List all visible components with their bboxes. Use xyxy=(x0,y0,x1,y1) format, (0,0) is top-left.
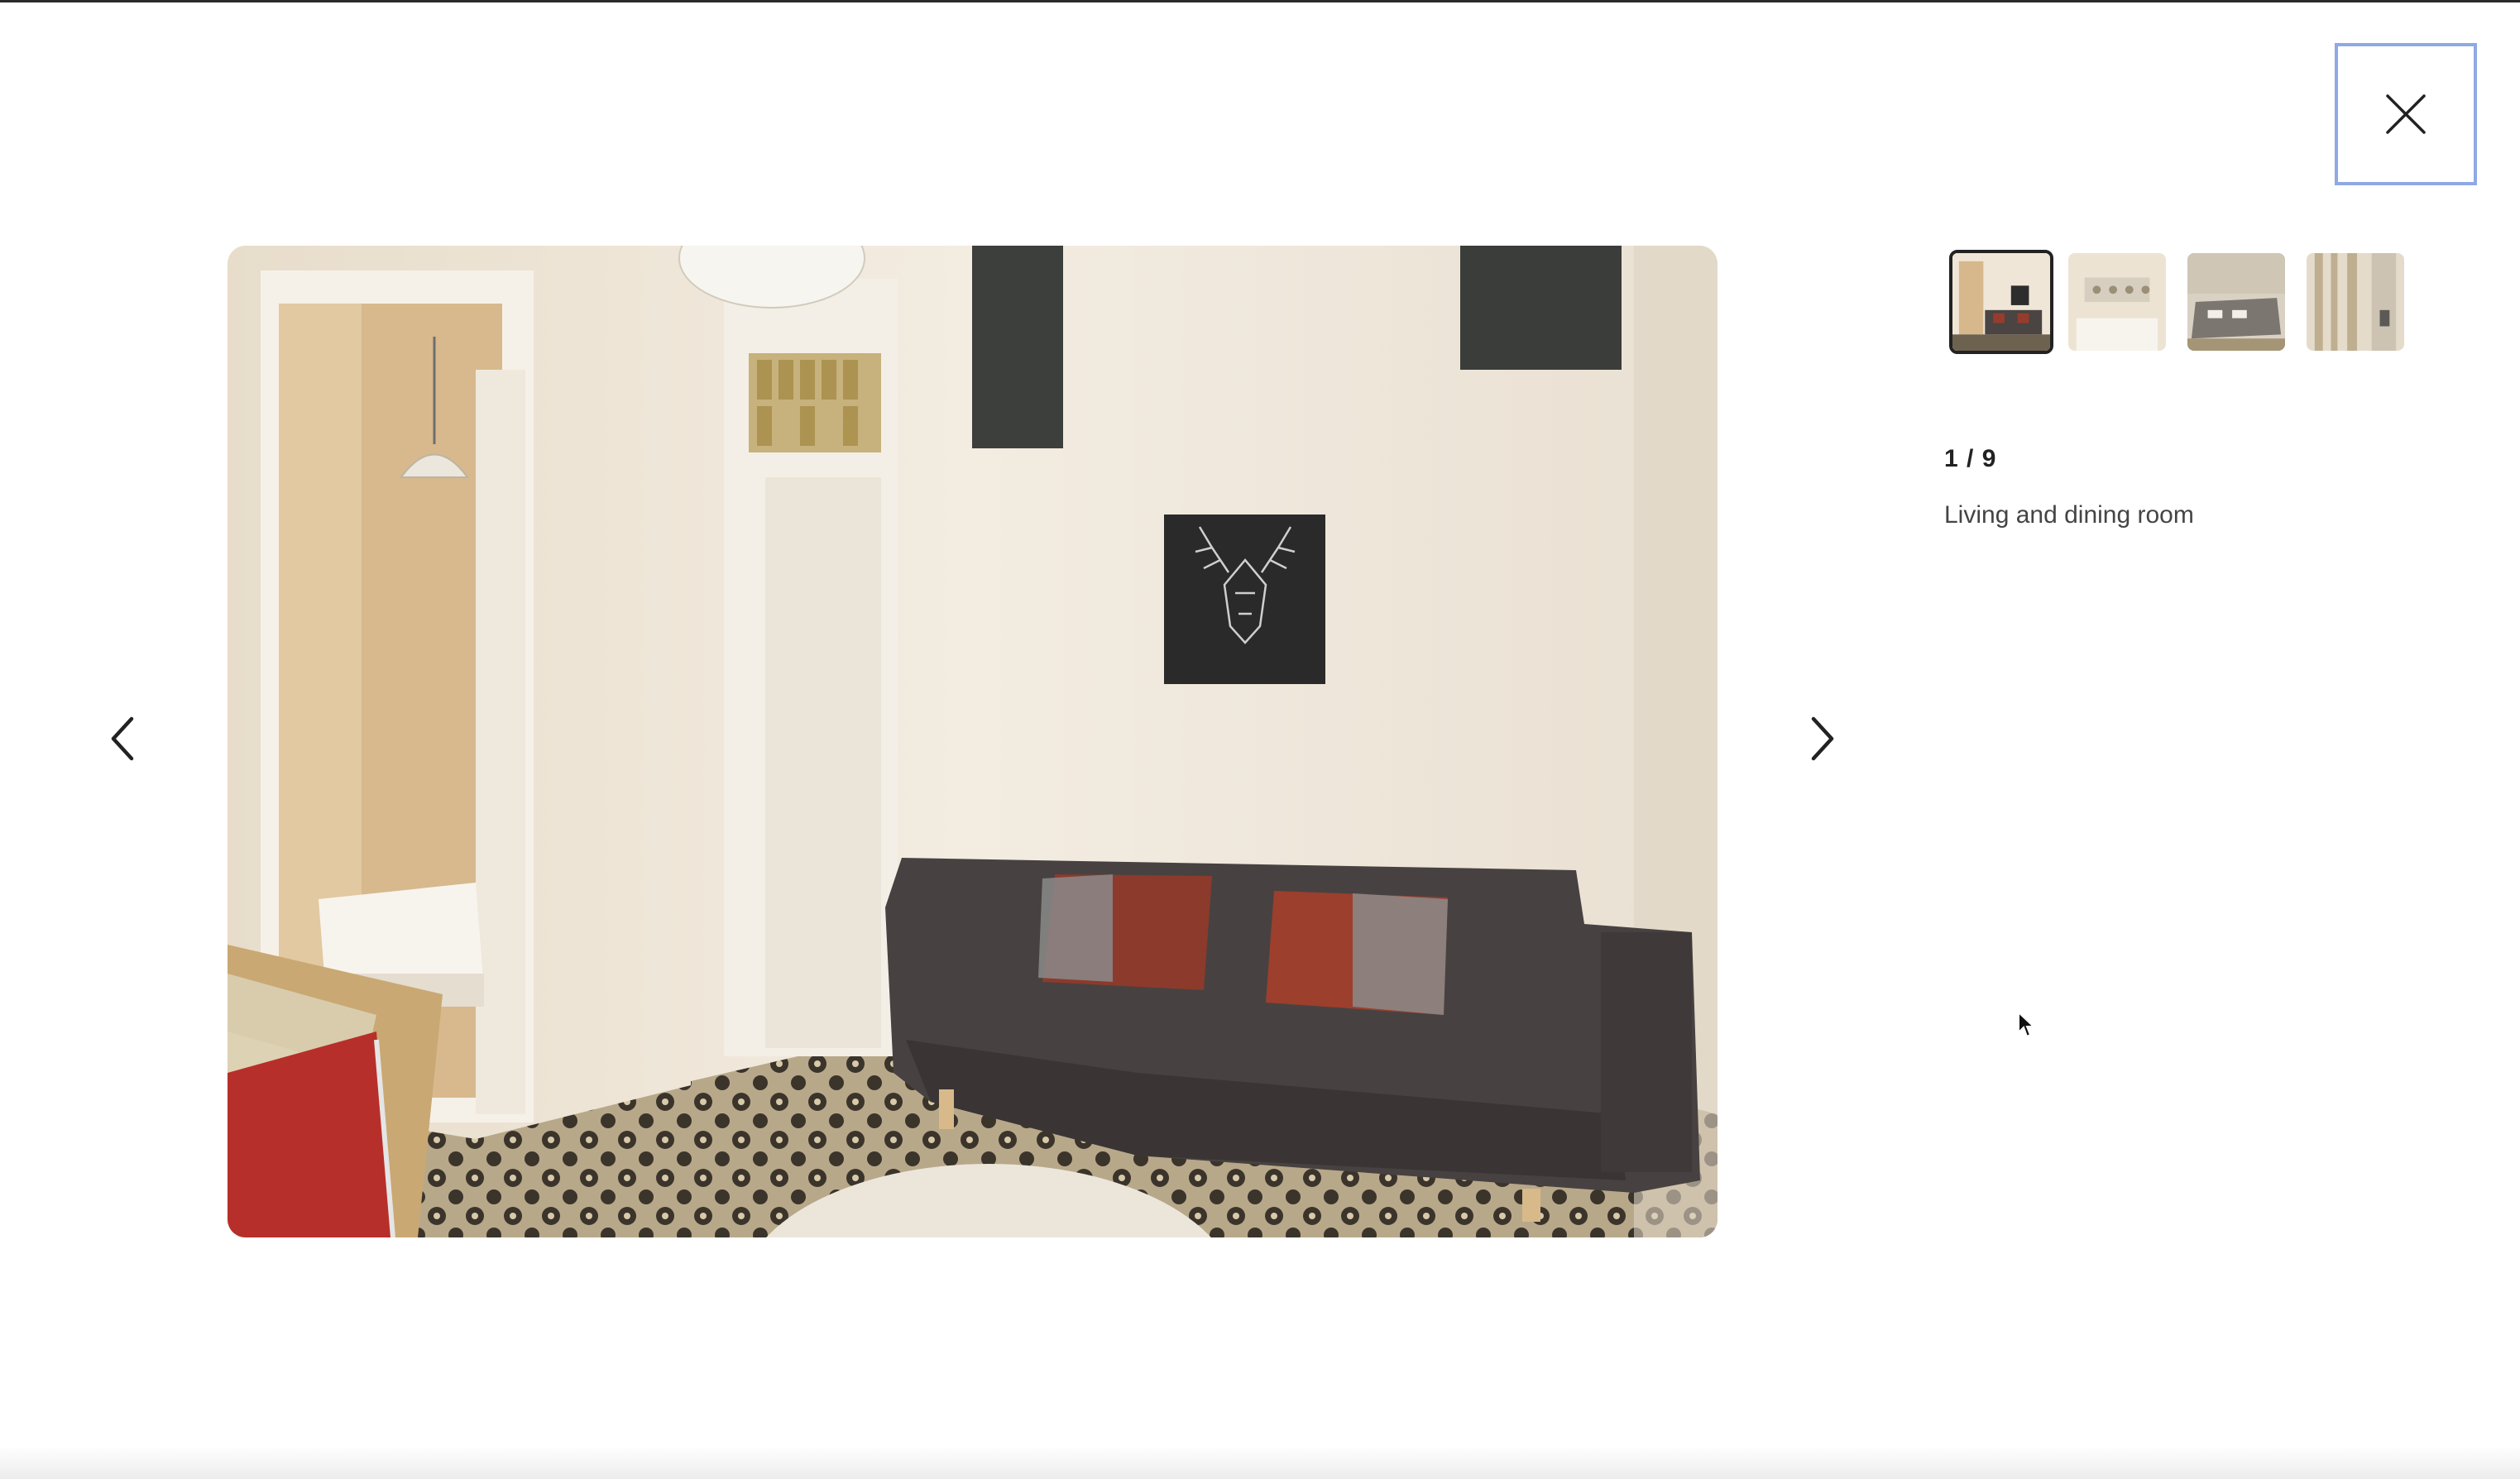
next-photo-button[interactable] xyxy=(1780,697,1863,780)
chevron-right-icon xyxy=(1811,716,1834,761)
thumbnail-1[interactable] xyxy=(1949,250,2053,354)
thumbnail-fade xyxy=(2437,253,2459,351)
photo-counter: 1 / 9 xyxy=(1944,445,1997,472)
previous-photo-button[interactable] xyxy=(82,697,165,780)
photo-caption: Living and dining room xyxy=(1944,501,2194,529)
thumbnail-strip xyxy=(1949,250,2459,354)
mouse-cursor-icon xyxy=(2018,1011,2035,1038)
bottom-shadow xyxy=(0,1446,2520,1479)
chevron-left-icon xyxy=(111,716,134,761)
thumbnail-2[interactable] xyxy=(2068,253,2166,351)
close-button[interactable] xyxy=(2335,43,2477,185)
thumbnail-4[interactable] xyxy=(2307,253,2404,351)
close-icon xyxy=(2386,94,2426,134)
thumbnail-3[interactable] xyxy=(2187,253,2285,351)
main-photo xyxy=(228,246,1718,1237)
top-border xyxy=(0,0,2520,2)
